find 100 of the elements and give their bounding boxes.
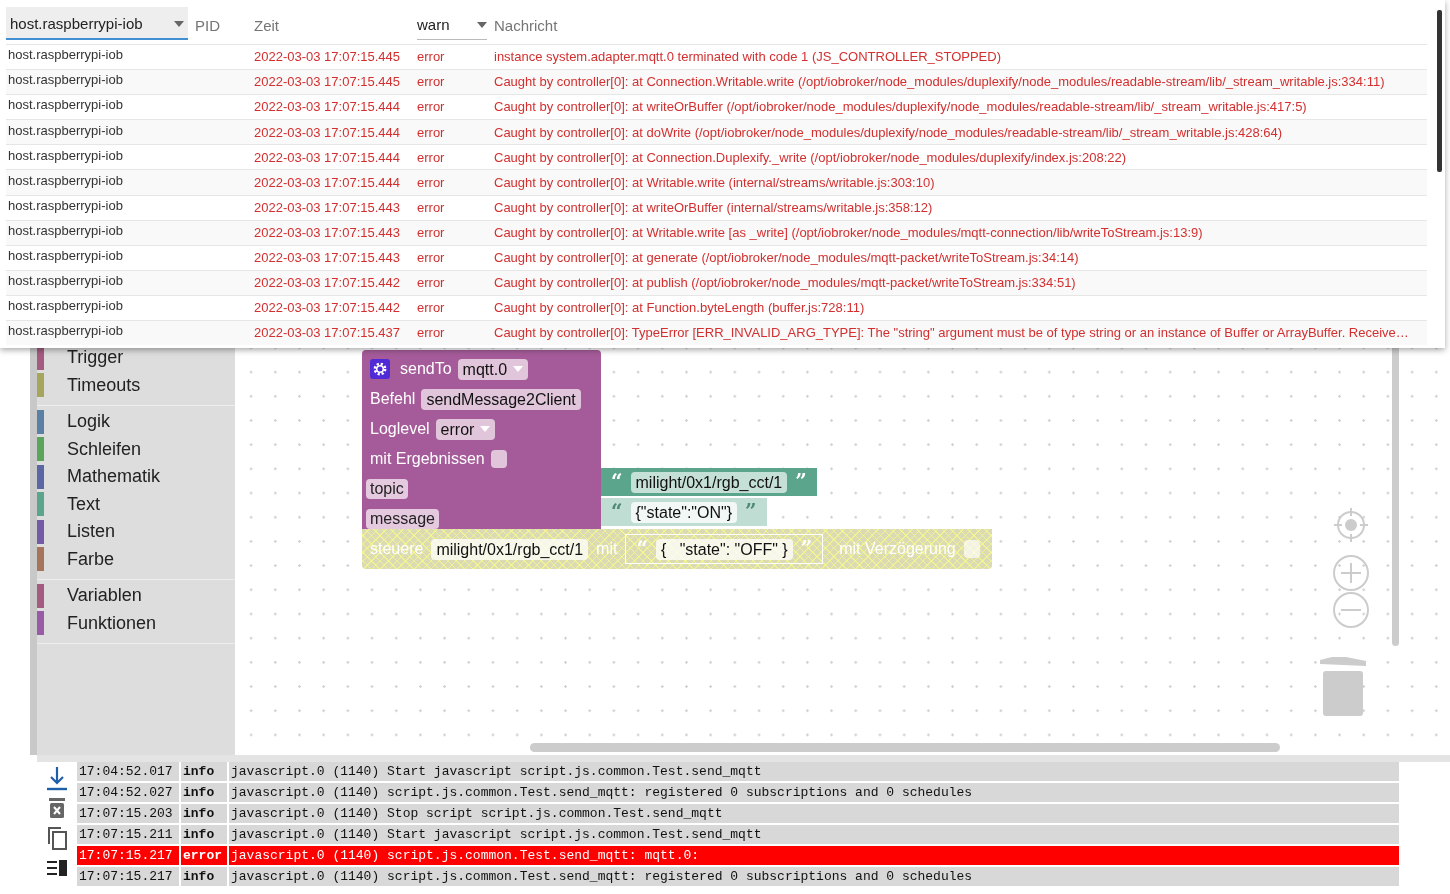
table-cell-text: error	[417, 299, 446, 318]
zoom-out-icon[interactable]	[1332, 591, 1370, 629]
gear-icon[interactable]	[370, 359, 390, 379]
table-cell-text: error	[417, 148, 446, 167]
block-label: Loglevel	[370, 419, 430, 439]
table-cell-text: host.raspberrypi-iob	[7, 146, 124, 165]
table-cell-text: 2022-03-03 17:07:15.443	[254, 249, 401, 268]
table-cell: error	[181, 846, 227, 865]
scrollbar[interactable]	[1437, 10, 1442, 172]
table-cell-text: Caught by controller[0]: at Writable.write (internal/streams/writable.js:303:10)	[494, 173, 936, 192]
category-item[interactable]: Trigger	[67, 344, 124, 372]
table-cell-text: error	[417, 123, 446, 142]
table-cell-text: Caught by controller[0]: at publish (/opt/iobroker/node_modules/mqtt-packet/writeToStream.js:334:51)	[494, 274, 1077, 293]
loglevel-dropdown[interactable]: error	[435, 418, 496, 440]
caret-icon	[480, 426, 491, 432]
table-cell-text: host.raspberrypi-iob	[7, 272, 124, 291]
block-label: sendTo	[400, 359, 452, 379]
command-field[interactable]: sendMessage2Client	[421, 388, 581, 410]
table-cell-text: 2022-03-03 17:07:15.437	[254, 324, 401, 343]
table-cell-text: 2022-03-03 17:07:15.444	[254, 148, 401, 167]
text-block[interactable]: “ milight/0x1/rgb_cct/1 ”	[601, 468, 817, 496]
category-item[interactable]: Farbe	[67, 545, 115, 573]
category-item[interactable]: Schleifen	[67, 435, 142, 463]
table-cell-text: Caught by controller[0]: at Connection.Duplexify._write (/opt/iobroker/node_modules/duplexify/index.js:208:22)	[494, 148, 1128, 167]
quote-mark: ”	[745, 501, 757, 521]
table-cell-text: 2022-03-03 17:07:15.444	[254, 173, 401, 192]
table-cell: 17:07:15.211	[77, 825, 179, 844]
table-cell-text: Caught by controller[0]: at writeOrBuffer (internal/streams/writable.js:358:12)	[494, 198, 934, 217]
text-block[interactable]: “ {"state":"ON"} ”	[601, 498, 767, 526]
table-cell: javascript.0 (1140) script.js.common.Test.send_mqtt: mqtt.0:	[229, 846, 1399, 865]
table-cell-text: error	[417, 324, 446, 343]
table-cell: 17:07:15.217	[77, 867, 179, 886]
scrollbar[interactable]	[530, 743, 1280, 752]
instance-dropdown[interactable]: mqtt.0	[457, 358, 529, 380]
input-label: topic	[366, 479, 408, 499]
table-cell-text: Caught by controller[0]: at doWrite (/opt/iobroker/node_modules/duplexify/node_modules/readable-stream/lib/_stream_writable.js:428:64)	[494, 123, 1284, 142]
category-item[interactable]: Variablen	[67, 582, 142, 610]
table-cell: info	[181, 762, 227, 781]
table-cell-text: host.raspberrypi-iob	[7, 96, 124, 115]
caret-icon	[513, 366, 524, 372]
table-cell-text: 2022-03-03 17:07:15.443	[254, 223, 401, 242]
table-cell-text: host.raspberrypi-iob	[7, 121, 124, 140]
table-cell-text: host.raspberrypi-iob	[7, 221, 124, 240]
table-cell-text: Caught by controller[0]: at Connection.Writable.write (/opt/iobroker/node_modules/duplexify/node_modules/readable-stream/lib/_stream_writable.js:334:11)	[494, 73, 1386, 92]
category-item[interactable]: Timeouts	[67, 371, 141, 399]
quote-mark: “	[611, 471, 623, 491]
block-label: Befehl	[370, 389, 416, 409]
time-filter[interactable]: Zeit	[254, 8, 410, 40]
table-cell-text: 2022-03-03 17:07:15.445	[254, 73, 401, 92]
table-cell-text: 2022-03-03 17:07:15.442	[254, 274, 401, 293]
table-cell: javascript.0 (1140) Start javascript script.js.common.Test.send_mqtt	[229, 762, 1399, 781]
category-item[interactable]: Text	[67, 490, 100, 518]
quote-mark: “	[636, 538, 648, 558]
table-cell-text: 2022-03-03 17:07:15.442	[254, 299, 401, 318]
table-cell-text: 2022-03-03 17:07:15.444	[254, 98, 401, 117]
table-cell: javascript.0 (1140) script.js.common.Test.send_mqtt: registered 0 subscriptions and 0 schedules	[229, 783, 1399, 802]
checkbox[interactable]	[490, 450, 507, 468]
scrollbar[interactable]	[1392, 348, 1399, 646]
table-cell: info	[181, 867, 227, 886]
zoom-in-icon[interactable]	[1332, 554, 1370, 592]
table-cell: 17:04:52.027	[77, 783, 179, 802]
table-cell-text: 2022-03-03 17:07:15.443	[254, 198, 401, 217]
table-cell-text: error	[417, 274, 446, 293]
category-item[interactable]: Funktionen	[67, 609, 157, 637]
table-cell: info	[181, 783, 227, 802]
table-cell-text: error	[417, 73, 446, 92]
text-field[interactable]: {"state":"ON"}	[630, 501, 738, 523]
input-label: message	[366, 509, 439, 529]
pid-filter[interactable]: PID	[195, 8, 247, 40]
quote-mark: ”	[800, 538, 813, 558]
table-cell: javascript.0 (1140) Start javascript script.js.common.Test.send_mqtt	[229, 825, 1399, 844]
quote-mark: “	[611, 501, 623, 521]
table-cell-text: host.raspberrypi-iob	[7, 322, 124, 341]
message-filter[interactable]: Nachricht	[494, 8, 1427, 40]
category-item[interactable]: Listen	[67, 518, 116, 546]
block-label: mit Ergebnissen	[370, 449, 485, 469]
table-cell: info	[181, 825, 227, 844]
category-item[interactable]: Mathematik	[67, 463, 161, 491]
table-cell-text: host.raspberrypi-iob	[7, 171, 124, 190]
table-cell-text: 2022-03-03 17:07:15.444	[254, 123, 401, 142]
table-cell-text: host.raspberrypi-iob	[7, 297, 124, 316]
text-field[interactable]: milight/0x1/rgb_cct/1	[630, 471, 788, 493]
caret-icon	[174, 20, 184, 27]
block-label: mit	[596, 539, 618, 559]
table-cell-text: error	[417, 198, 446, 217]
table-cell: 17:04:52.017	[77, 762, 179, 781]
table-cell-text: instance system.adapter.mqtt.0 terminated with code 1 (JS_CONTROLLER_STOPPED)	[494, 48, 1002, 67]
block-label: mit Verzögerung	[839, 539, 956, 559]
table-cell: info	[181, 804, 227, 823]
level-filter[interactable]: warn	[417, 7, 487, 40]
table-cell-text: error	[417, 48, 446, 67]
table-cell-text: host.raspberrypi-iob	[7, 247, 124, 266]
table-cell-text: error	[417, 249, 446, 268]
table-cell-text: 2022-03-03 17:07:15.445	[254, 48, 401, 67]
category-item[interactable]: Logik	[67, 408, 111, 436]
table-cell-text: host.raspberrypi-iob	[7, 71, 124, 90]
table-cell-text: error	[417, 173, 446, 192]
host-filter[interactable]: host.raspberrypi-iob	[6, 6, 188, 40]
table-cell-text: Caught by controller[0]: at writeOrBuffer (/opt/iobroker/node_modules/duplexify/node_modules/readable-stream/lib/_stream_writable.js:417:5)	[494, 98, 1308, 117]
target-icon[interactable]	[1332, 506, 1370, 544]
